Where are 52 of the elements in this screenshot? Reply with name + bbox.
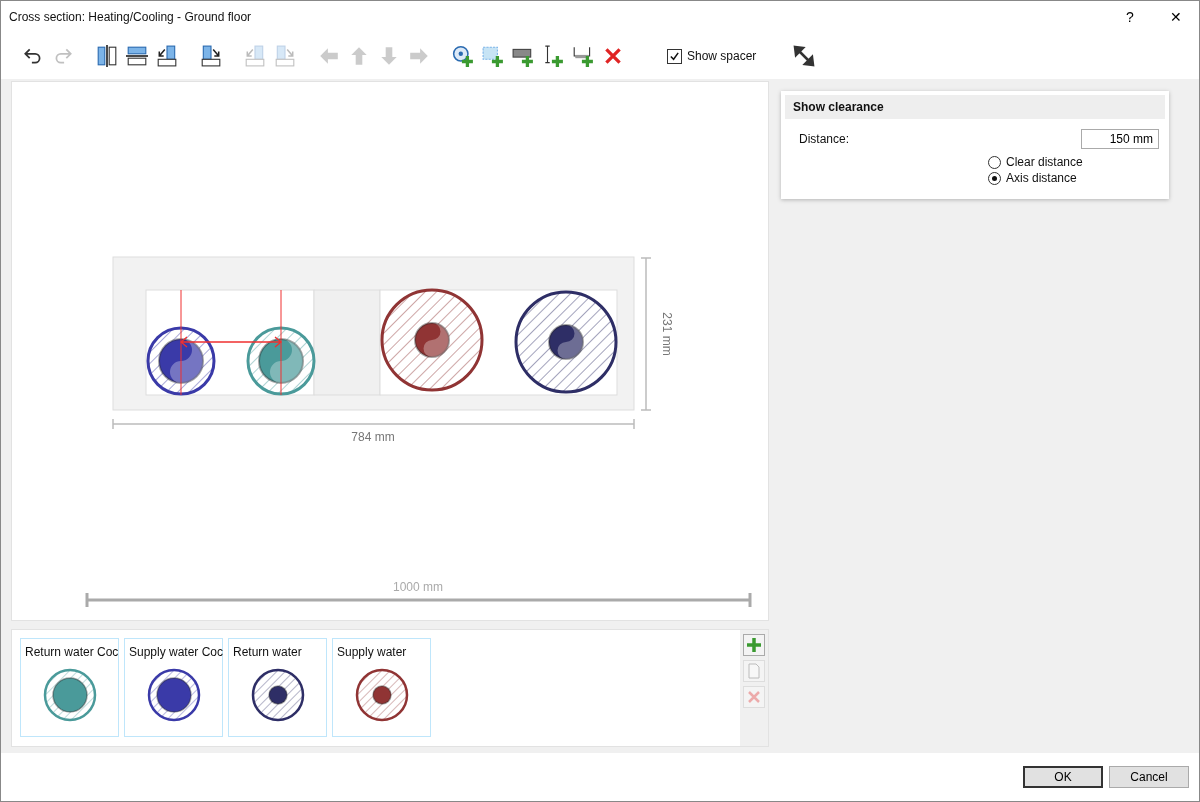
radio-button[interactable] <box>988 155 1001 169</box>
tool-button[interactable] <box>155 42 179 70</box>
columns-icon <box>96 45 118 67</box>
add-dimension-icon <box>542 45 564 67</box>
pipe-drawing[interactable] <box>146 326 216 396</box>
diagonal-arrows-icon <box>792 44 817 68</box>
pipe-icon <box>353 667 410 723</box>
panel-title: Show clearance <box>785 95 1165 119</box>
pipe-icon <box>41 667 98 723</box>
distance-label: Distance: <box>799 132 850 146</box>
delete-icon <box>746 689 762 705</box>
add-icon <box>746 637 762 653</box>
pipe-type-label: Supply water Coc <box>128 644 224 661</box>
insert-icon <box>200 45 222 67</box>
radio-button[interactable] <box>988 171 1001 185</box>
check-icon <box>669 50 680 62</box>
insert-icon <box>244 45 266 67</box>
pipe-type-label: Return water <box>232 644 302 661</box>
rows-icon <box>126 45 148 67</box>
width-label: 784 mm <box>351 430 395 444</box>
pipe-icon <box>145 667 202 723</box>
radio-option[interactable]: Axis distance <box>988 171 1169 185</box>
distance-field[interactable]: 150 mm <box>1081 129 1159 149</box>
copy-icon <box>746 663 762 679</box>
show-spacer-checkbox[interactable]: Show spacer <box>667 48 757 64</box>
tool-button[interactable] <box>95 42 119 70</box>
help-button[interactable]: ? <box>1107 1 1153 33</box>
pipe-type-card[interactable]: Supply water <box>332 638 431 737</box>
window-title: Cross section: Heating/Cooling - Ground floor <box>9 10 253 24</box>
add-area-icon <box>482 45 504 67</box>
pipe-drawing[interactable] <box>380 288 484 392</box>
radio-option[interactable]: Clear distance <box>988 155 1169 169</box>
pipe-type-card[interactable]: Return water Coc <box>20 638 119 737</box>
checkbox[interactable] <box>667 48 682 64</box>
insert-icon <box>274 45 296 67</box>
add-circle-icon <box>452 45 474 67</box>
height-label: 231 mm <box>660 312 674 356</box>
insert-icon <box>156 45 178 67</box>
delete-icon <box>602 45 624 67</box>
pipe-type-card[interactable]: Supply water Coc <box>124 638 223 737</box>
add-bracket-icon <box>572 45 594 67</box>
pipe-type-card[interactable]: Return water <box>228 638 327 737</box>
close-button[interactable]: ✕ <box>1153 1 1199 33</box>
tool-button[interactable] <box>199 42 223 70</box>
pipe-type-label: Return water Coc <box>24 644 119 661</box>
ok-button[interactable]: OK <box>1023 766 1103 788</box>
pipe-icon <box>249 667 306 723</box>
cancel-button[interactable]: Cancel <box>1109 766 1189 788</box>
pipe-type-label: Supply water <box>336 644 407 661</box>
total-width-label: 1000 mm <box>393 580 443 594</box>
pipe-drawing[interactable] <box>514 290 618 394</box>
palette-button[interactable] <box>743 634 765 656</box>
